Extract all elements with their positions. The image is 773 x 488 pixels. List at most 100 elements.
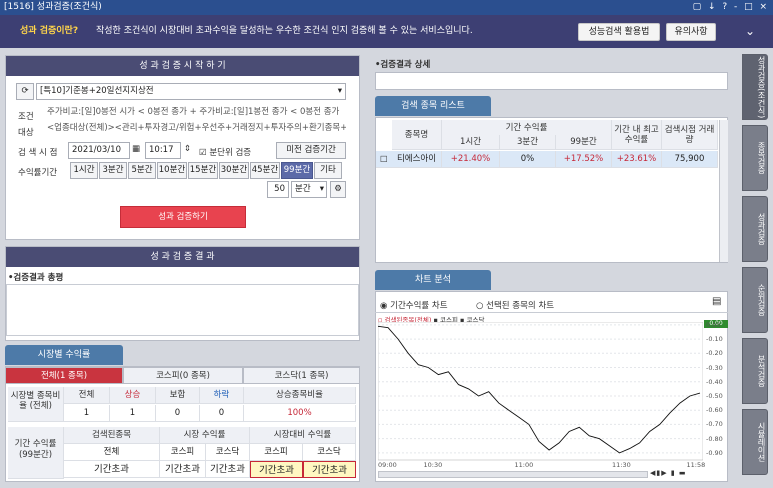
- row1-header: 하락: [200, 387, 244, 404]
- condition-select-value: [특10]기준봉+20일선지지상전: [40, 86, 154, 96]
- header-max: 기간 내 최고수익률: [612, 120, 662, 150]
- row1-value: 0: [200, 405, 244, 422]
- row-cell-r99: +17.52%: [556, 151, 612, 168]
- window-title-bar: [1516] 성과검증(조건식) ▢ ↓ ? - □ ×: [0, 0, 773, 15]
- banner-description: 작성한 조건식이 시장대비 초과수익을 달성하는 우수한 조건식 인지 검증해 …: [96, 26, 473, 36]
- refresh-icon[interactable]: ⟳: [16, 83, 34, 100]
- period-button[interactable]: 기타: [314, 162, 342, 179]
- chart-nav-icons[interactable]: ◀▮▶ ▮ ▬: [650, 469, 687, 477]
- window-controls[interactable]: ▢ ↓ ? - □ ×: [693, 0, 769, 15]
- row2-value: 기간초과: [250, 461, 303, 478]
- y-tick-label: -0.50: [706, 391, 723, 400]
- row1-header: 보합: [156, 387, 200, 404]
- y-tick-label: -0.60: [706, 406, 723, 415]
- row2-group: 시장 수익률: [160, 427, 250, 444]
- row2-header: 전체: [64, 444, 160, 461]
- row-cell-volume: 75,900: [662, 151, 718, 168]
- chevron-down-icon[interactable]: ⌄: [745, 15, 755, 48]
- unit-dropdown-icon[interactable]: ▾: [320, 182, 324, 197]
- chart-settings-icon[interactable]: ▤: [712, 296, 721, 307]
- side-tab[interactable]: 시뮬레이션: [742, 409, 768, 475]
- y-tick-label: -0.20: [706, 349, 723, 358]
- target-label: 대상: [18, 128, 34, 138]
- stock-list-tab[interactable]: 검색 종목 리스트: [375, 96, 491, 116]
- row2-group: 검색된종목: [64, 427, 160, 444]
- period-button[interactable]: 45분간: [250, 162, 280, 179]
- notes-button[interactable]: 유의사항: [666, 23, 716, 41]
- detail-label: •검증결과 상세: [375, 60, 431, 70]
- past-period-button[interactable]: 미전 검증기간: [276, 142, 346, 159]
- header-h1[interactable]: 1시간: [442, 135, 500, 150]
- condition-label: 조건: [18, 112, 34, 122]
- market-returns-tab[interactable]: 시장별 수익률: [5, 345, 123, 365]
- verification-result-panel: 성 과 검 증 결 과 •검증결과 총평: [5, 246, 360, 341]
- market-tab[interactable]: 코스피(0 종목): [123, 367, 243, 384]
- search-time-label: 검 색 시 점: [18, 148, 58, 158]
- chart-scrollbar[interactable]: [378, 471, 648, 478]
- minute-checkbox-label: 분단위 검증: [209, 148, 252, 158]
- custom-period-unit[interactable]: 분간 ▾: [291, 181, 327, 198]
- minute-checkbox[interactable]: ☑ 분단위 검증: [199, 146, 251, 158]
- chart-analysis-tab[interactable]: 차트 분석: [375, 270, 491, 290]
- row1-value: 0: [156, 405, 200, 422]
- dropdown-arrow-icon[interactable]: ▾: [338, 84, 342, 99]
- radio-stock-chart[interactable]: ○ 선택된 종목의 차트: [476, 299, 554, 311]
- side-tab[interactable]: 성과검증(조건식): [742, 54, 768, 120]
- row1-value: 1: [110, 405, 156, 422]
- period-button[interactable]: 3분간: [99, 162, 127, 179]
- y-tick-label: -0.30: [706, 363, 723, 372]
- calendar-icon[interactable]: ▦: [132, 144, 140, 154]
- row-cell-r3: 0%: [500, 151, 556, 168]
- summary-label: •검증결과 총평: [8, 273, 64, 283]
- time-stepper[interactable]: ⇕: [184, 144, 191, 154]
- target-text: <업종대상(전체)><관리+투자경고/위험+우선주+거래정지+투자주의+환기종목…: [44, 121, 346, 138]
- row-cell-r1: +21.40%: [442, 151, 500, 168]
- row1-value: 100%: [244, 405, 356, 422]
- market-tab[interactable]: 전체(1 종목): [5, 367, 123, 384]
- row2-value: 기간초과: [160, 461, 206, 478]
- period-button[interactable]: 15분간: [188, 162, 218, 179]
- header-h99[interactable]: 99분간: [556, 135, 612, 150]
- date-input[interactable]: 2021/03/10: [68, 142, 130, 159]
- plot-area: [378, 322, 703, 461]
- result-header: 성 과 검 증 결 과: [6, 247, 359, 267]
- period-button[interactable]: 99분간: [281, 162, 313, 179]
- period-label: 수익률기간: [18, 168, 58, 178]
- row2-group: 시장대비 수익률: [250, 427, 356, 444]
- side-tab[interactable]: 성과검증: [742, 196, 768, 262]
- banner-question: 성과 검증이란?: [20, 26, 79, 36]
- row2-value: 기간초과: [64, 461, 160, 478]
- start-header: 성 과 검 증 시 작 하 기: [6, 56, 359, 76]
- run-verification-button[interactable]: 성과 검증하기: [120, 206, 246, 228]
- period-button[interactable]: 1시간: [70, 162, 98, 179]
- time-input[interactable]: 10:17: [145, 142, 181, 159]
- custom-period-value[interactable]: 50: [267, 181, 289, 198]
- x-tick-label: 10:30: [423, 461, 443, 469]
- header-volume: 검색시점 거래량: [662, 120, 718, 150]
- row-cell-name: 티에스아이: [392, 151, 442, 168]
- condition-select[interactable]: [특10]기준봉+20일선지지상전 ▾: [36, 83, 346, 100]
- side-tab[interactable]: 분석검증: [742, 338, 768, 404]
- window-title: [1516] 성과검증(조건식): [4, 2, 102, 12]
- guide-button[interactable]: 성능검색 활용법: [578, 23, 660, 41]
- y-tick-label: -0.80: [706, 434, 723, 443]
- radio-period-chart[interactable]: ◉ 기간수익률 차트: [380, 299, 448, 311]
- condition-text: 주가비교:[일]0봉전 시가 < 0봉전 종가 + 주가비교:[일]1봉전 종가…: [44, 105, 346, 122]
- custom-period-unit-value: 분간: [295, 184, 311, 194]
- side-tab[interactable]: 종목검증: [742, 125, 768, 191]
- return-line-chart: [378, 322, 703, 461]
- side-tab[interactable]: 순위검증: [742, 267, 768, 333]
- header-h3[interactable]: 3분간: [500, 135, 556, 150]
- y-tick-label: -0.70: [706, 420, 723, 429]
- summary-box: [6, 284, 359, 336]
- market-tab[interactable]: 코스닥(1 종목): [243, 367, 360, 384]
- row-checkbox[interactable]: ☐: [380, 155, 388, 165]
- period-button[interactable]: 30분간: [219, 162, 249, 179]
- gear-icon[interactable]: ⚙: [330, 181, 346, 198]
- header-name: 종목명: [392, 120, 442, 150]
- stock-list-scrollbar[interactable]: [719, 120, 728, 262]
- period-button[interactable]: 5분간: [128, 162, 156, 179]
- y-tick-label: -0.40: [706, 377, 723, 386]
- row2-header: 코스닥: [303, 444, 356, 461]
- period-button[interactable]: 10분간: [157, 162, 187, 179]
